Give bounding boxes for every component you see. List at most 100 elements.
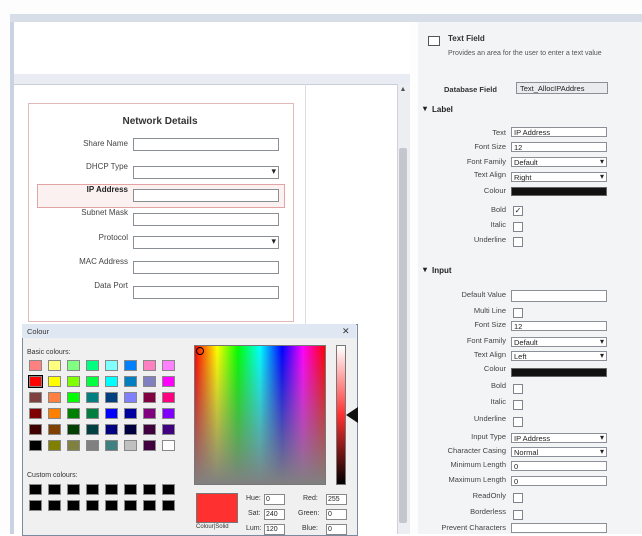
basic-colour-swatch[interactable] [67,440,80,451]
basic-colour-swatch[interactable] [29,408,42,419]
scrollbar-thumb[interactable] [399,148,407,523]
basic-colour-swatch[interactable] [162,392,175,403]
ip-address-input[interactable] [133,189,279,202]
custom-colour-swatch[interactable] [48,484,61,495]
label-text-input[interactable]: IP Address [511,127,607,137]
input-font-size-input[interactable]: 12 [511,321,607,331]
basic-colour-swatch[interactable] [105,376,118,387]
basic-colour-swatch[interactable] [48,408,61,419]
custom-colour-swatch[interactable] [67,484,80,495]
basic-colour-swatch[interactable] [67,392,80,403]
close-icon[interactable]: ✕ [342,326,350,337]
basic-colour-swatch[interactable] [105,360,118,371]
dhcp-type-dropdown[interactable] [133,166,279,179]
label-underline-checkbox[interactable] [513,237,523,247]
basic-colour-swatch[interactable] [67,408,80,419]
input-text-align-dropdown[interactable]: Left [511,351,607,361]
custom-colour-swatch[interactable] [143,500,156,511]
green-input[interactable]: 0 [326,509,347,520]
custom-colour-swatch[interactable] [124,484,137,495]
basic-colour-swatch[interactable] [143,440,156,451]
label-text-align-dropdown[interactable]: Right [511,172,607,182]
subnet-mask-input[interactable] [133,213,279,226]
custom-colour-swatch[interactable] [162,484,175,495]
input-type-dropdown[interactable]: IP Address [511,433,607,443]
custom-colour-swatch[interactable] [29,484,42,495]
sat-input[interactable]: 240 [264,509,285,520]
input-colour-picker[interactable] [511,368,607,377]
basic-colour-swatch[interactable] [86,424,99,435]
colour-spectrum-picker[interactable] [194,345,326,485]
input-italic-checkbox[interactable] [513,400,523,410]
basic-colour-swatch[interactable] [105,392,118,403]
minimum-length-input[interactable]: 0 [511,461,607,471]
basic-colour-swatch[interactable] [86,376,99,387]
basic-colour-swatch[interactable] [86,360,99,371]
blue-input[interactable]: 0 [326,524,347,535]
red-input[interactable]: 255 [326,494,347,505]
basic-colour-swatch[interactable] [29,360,42,371]
data-port-input[interactable] [133,286,279,299]
basic-colour-swatch[interactable] [48,376,61,387]
basic-colour-swatch[interactable] [86,440,99,451]
basic-colour-swatch[interactable] [48,440,61,451]
custom-colour-swatch[interactable] [143,484,156,495]
label-italic-checkbox[interactable] [513,222,523,232]
basic-colour-swatch[interactable] [105,408,118,419]
lum-input[interactable]: 120 [264,524,285,535]
basic-colour-swatch[interactable] [124,392,137,403]
basic-colour-swatch[interactable] [28,375,43,388]
basic-colour-swatch[interactable] [143,376,156,387]
basic-colour-swatch[interactable] [124,440,137,451]
custom-colour-swatch[interactable] [86,484,99,495]
label-section-toggle-icon[interactable]: ▾ [423,104,427,113]
borderless-checkbox[interactable] [513,510,523,520]
custom-colour-swatch[interactable] [105,500,118,511]
maximum-length-input[interactable]: 0 [511,476,607,486]
basic-colour-swatch[interactable] [143,408,156,419]
spectrum-crosshair-icon[interactable] [196,347,204,355]
basic-colour-swatch[interactable] [124,360,137,371]
basic-colour-swatch[interactable] [124,424,137,435]
default-value-input[interactable] [511,290,607,302]
input-font-family-dropdown[interactable]: Default [511,337,607,347]
input-underline-checkbox[interactable] [513,417,523,427]
basic-colour-swatch[interactable] [124,376,137,387]
scroll-up-arrow-icon[interactable]: ▲ [399,86,407,94]
basic-colour-swatch[interactable] [162,376,175,387]
label-font-family-dropdown[interactable]: Default [511,157,607,167]
basic-colour-swatch[interactable] [143,424,156,435]
basic-colour-swatch[interactable] [67,360,80,371]
basic-colour-swatch[interactable] [105,440,118,451]
prevent-characters-input[interactable] [511,523,607,533]
basic-colour-swatch[interactable] [162,408,175,419]
luminance-slider[interactable] [336,345,346,485]
basic-colour-swatch[interactable] [86,392,99,403]
custom-colour-swatch[interactable] [105,484,118,495]
basic-colour-swatch[interactable] [86,408,99,419]
character-casing-dropdown[interactable]: Normal [511,447,607,457]
basic-colour-swatch[interactable] [143,360,156,371]
multi-line-checkbox[interactable] [513,308,523,318]
database-field-select[interactable]: Text_AllocIPAddres [516,82,608,94]
custom-colour-swatch[interactable] [162,500,175,511]
basic-colour-swatch[interactable] [124,408,137,419]
label-font-size-input[interactable]: 12 [511,142,607,152]
basic-colour-swatch[interactable] [48,360,61,371]
protocol-dropdown[interactable] [133,236,279,249]
custom-colour-swatch[interactable] [48,500,61,511]
custom-colour-swatch[interactable] [29,500,42,511]
basic-colour-swatch[interactable] [29,424,42,435]
basic-colour-swatch[interactable] [162,360,175,371]
basic-colour-swatch[interactable] [143,392,156,403]
input-section-toggle-icon[interactable]: ▾ [423,265,427,274]
share-name-input[interactable] [133,138,279,151]
basic-colour-swatch[interactable] [162,424,175,435]
label-bold-checkbox[interactable]: ✓ [513,206,523,216]
basic-colour-swatch[interactable] [29,440,42,451]
custom-colour-swatch[interactable] [86,500,99,511]
mac-address-input[interactable] [133,261,279,274]
custom-colour-swatch[interactable] [67,500,80,511]
basic-colour-swatch[interactable] [67,424,80,435]
custom-colour-swatch[interactable] [124,500,137,511]
